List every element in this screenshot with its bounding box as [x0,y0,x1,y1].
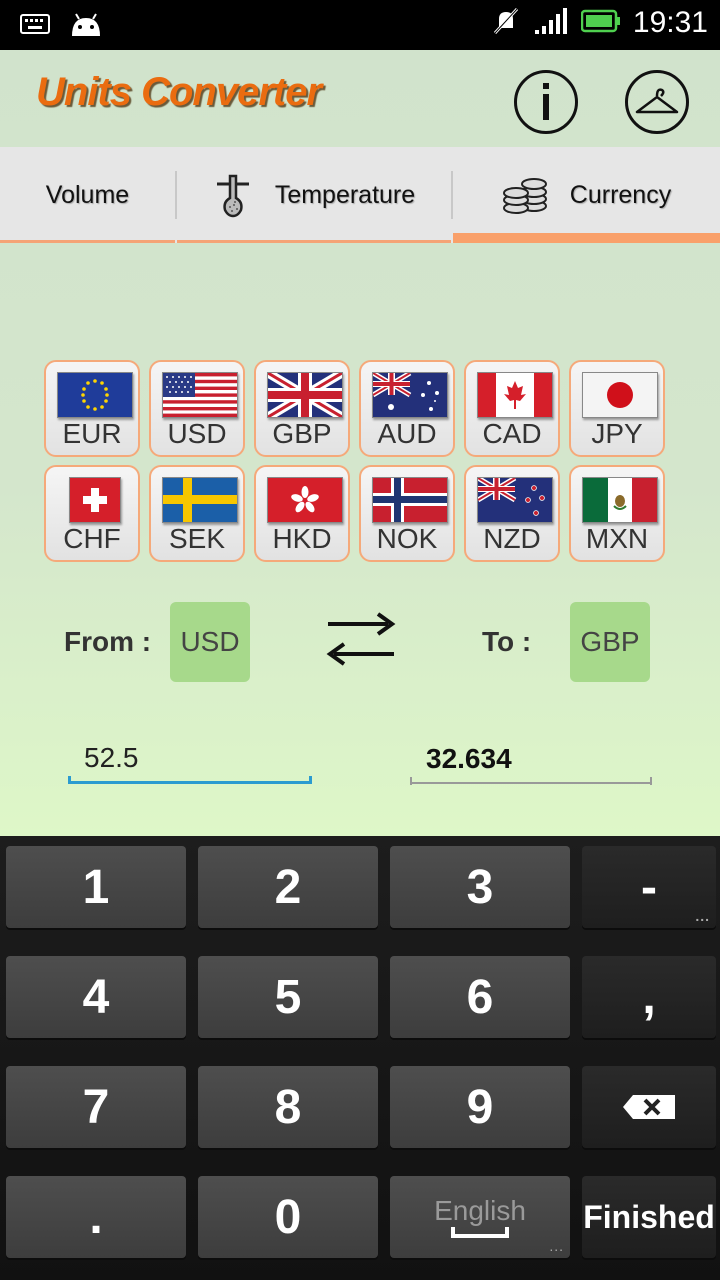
currency-code: NZD [483,523,541,554]
swap-arrows-icon [326,612,396,666]
key-3[interactable]: 3 [390,846,570,928]
tab-currency[interactable]: Currency [453,147,720,243]
currency-nok[interactable]: NOK [359,465,455,562]
currency-code: NOK [376,523,438,554]
numeric-keyboard: 1 2 3 -... 4 5 6 , 7 8 9 . 0 English ...… [0,836,720,1280]
swap-button[interactable] [326,610,396,674]
theme-button[interactable] [625,70,689,134]
key-2[interactable]: 2 [198,846,378,928]
currency-gbp[interactable]: GBP [254,360,350,457]
currency-mxn[interactable]: MXN [569,465,665,562]
muted-bell-icon [491,6,521,40]
currency-code: CHF [63,523,121,554]
hongkong-flag-icon [267,477,343,523]
currency-code: SEK [168,523,226,554]
status-time: 19:31 [632,6,708,39]
key-1[interactable]: 1 [6,846,186,928]
currency-nzd[interactable]: NZD [464,465,560,562]
australia-flag-icon [372,372,448,418]
thermometer-icon [213,172,253,218]
tab-label: Currency [569,180,672,209]
to-currency-button[interactable]: GBP [570,602,650,682]
key-6[interactable]: 6 [390,956,570,1038]
norway-flag-icon [372,477,448,523]
key-8[interactable]: 8 [198,1066,378,1148]
coins-icon [502,174,548,216]
us-flag-icon [162,372,238,418]
currency-hkd[interactable]: HKD [254,465,350,562]
key-minus[interactable]: -... [582,846,716,928]
title-bar: Units Converter [0,50,720,147]
spacebar-icon [451,1227,509,1238]
backspace-icon [623,1095,675,1119]
key-period[interactable]: . [6,1176,186,1258]
keyboard-icon [20,13,50,39]
key-4[interactable]: 4 [6,956,186,1038]
to-label: To : [482,626,532,657]
tab-bar: Volume Temperature Currency [0,147,720,243]
android-icon [68,10,104,42]
info-button[interactable] [514,70,578,134]
hanger-icon [635,88,679,114]
key-backspace[interactable] [582,1066,716,1148]
currency-code: HKD [272,523,332,554]
currency-code: JPY [591,418,643,449]
key-7[interactable]: 7 [6,1066,186,1148]
app-content: Units Converter Volume Temperature Curre… [0,50,720,836]
eu-flag-icon [57,372,133,418]
key-comma[interactable]: , [582,956,716,1038]
tab-label: Volume [45,180,130,209]
currency-code: USD [167,418,227,449]
key-finished[interactable]: Finished [582,1176,716,1258]
currency-chf[interactable]: CHF [44,465,140,562]
battery-icon [580,9,621,37]
from-currency-button[interactable]: USD [170,602,250,682]
result-value: 32.634 [410,734,652,784]
key-0[interactable]: 0 [198,1176,378,1258]
currency-usd[interactable]: USD [149,360,245,457]
currency-aud[interactable]: AUD [359,360,455,457]
amount-input[interactable] [68,734,312,784]
key-language[interactable]: English ... [390,1176,570,1258]
info-icon [543,83,549,120]
tab-temperature[interactable]: Temperature [177,147,451,243]
app-title: Units Converter [36,70,322,114]
signal-icon [533,6,569,40]
tab-label: Temperature [274,180,416,209]
switzerland-flag-icon [69,477,121,523]
tab-volume[interactable]: Volume [0,147,175,243]
currency-code: EUR [62,418,122,449]
newzealand-flag-icon [477,477,553,523]
currency-jpy[interactable]: JPY [569,360,665,457]
currency-cad[interactable]: CAD [464,360,560,457]
uk-flag-icon [267,372,343,418]
from-label: From : [64,626,152,657]
sweden-flag-icon [162,477,238,523]
currency-sek[interactable]: SEK [149,465,245,562]
currency-code: AUD [377,418,437,449]
japan-flag-icon [582,372,658,418]
canada-flag-icon [477,372,553,418]
key-9[interactable]: 9 [390,1066,570,1148]
mexico-flag-icon [582,477,658,523]
key-5[interactable]: 5 [198,956,378,1038]
key-label: English [434,1195,526,1226]
currency-code: CAD [482,418,542,449]
key-label: - [641,860,657,914]
currency-code: GBP [272,418,332,449]
status-bar: 19:31 [0,0,720,50]
currency-code: MXN [585,523,649,554]
currency-eur[interactable]: EUR [44,360,140,457]
